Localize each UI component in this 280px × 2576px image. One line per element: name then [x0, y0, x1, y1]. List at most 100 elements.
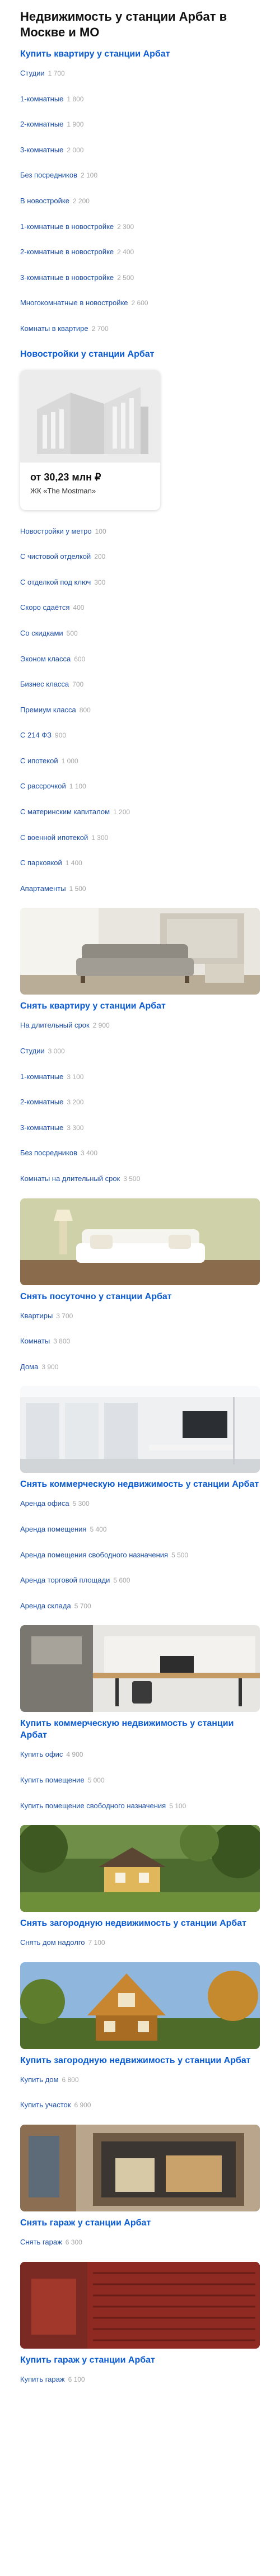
list-item-link[interactable]: Аренда помещения свободного назначения	[20, 1551, 168, 1559]
list-item-count: 3 400	[81, 1149, 98, 1158]
section-title-rent-country[interactable]: Снять загородную недвижимость у станции …	[20, 1917, 260, 1929]
list-item-link[interactable]: Со скидками	[20, 629, 63, 637]
list-item-link[interactable]: Скоро сдаётся	[20, 603, 69, 612]
list-item-count: 6 300	[65, 2238, 82, 2246]
link-list-buy-flat: Студии 1 700 1-комнатные 1 800 2-комнатные 1 …	[20, 68, 260, 334]
list-item-link[interactable]: Студии	[20, 69, 45, 77]
list-item-link[interactable]: Комнаты на длительный срок	[20, 1174, 120, 1183]
list-item-link[interactable]: Аренда офиса	[20, 1499, 69, 1508]
list-item-link[interactable]: С рассрочкой	[20, 782, 66, 790]
section-title-buy-commercial[interactable]: Купить коммерческую недвижимость у станц…	[20, 1718, 260, 1741]
list-item-link[interactable]: Бизнес класса	[20, 680, 69, 688]
list-item-link[interactable]: С чистовой отделкой	[20, 552, 91, 561]
list-item-count: 6 800	[62, 2075, 79, 2084]
list-item: Купить гараж 6 100	[20, 2374, 260, 2384]
list-item: С материнским капиталом 1 200	[20, 807, 260, 817]
list-item-link[interactable]: Купить помещение свободного назначения	[20, 1802, 166, 1810]
list-item: Аренда склада 5 700	[20, 1601, 260, 1611]
list-item-link[interactable]: 1-комнатные	[20, 95, 63, 103]
list-item-link[interactable]: 2-комнатные	[20, 120, 63, 128]
list-item-count: 2 400	[117, 248, 134, 256]
section-title-rent-flat[interactable]: Снять квартиру у станции Арбат	[20, 1000, 260, 1012]
list-item-link[interactable]: Аренда помещения	[20, 1525, 86, 1533]
link-list-rent-garage: Снять гараж 6 300	[20, 2237, 260, 2247]
rent-commercial-photo	[20, 1386, 260, 1473]
list-item-link[interactable]: С материнским капиталом	[20, 808, 110, 816]
list-item: С рассрочкой 1 100	[20, 781, 260, 791]
list-item-count: 3 300	[67, 1123, 84, 1132]
list-item-link[interactable]: Без посредников	[20, 1149, 77, 1157]
list-item: Аренда помещения 5 400	[20, 1524, 260, 1534]
list-item-count: 5 300	[72, 1500, 90, 1508]
list-item-link[interactable]: Эконом класса	[20, 655, 71, 663]
section-title-novostroyki[interactable]: Новостройки у станции Арбат	[20, 348, 260, 360]
buy-commercial-photo	[20, 1625, 260, 1712]
list-item-link[interactable]: Комнаты в квартире	[20, 324, 88, 333]
list-item-link[interactable]: Многокомнатные в новостройке	[20, 298, 128, 307]
list-item-link[interactable]: Дома	[20, 1362, 38, 1371]
list-item: С военной ипотекой 1 300	[20, 833, 260, 843]
link-list-novostroyki: Новостройки у метро 100 С чистовой отделко…	[20, 526, 260, 894]
section-title-rent-daily[interactable]: Снять посуточно у станции Арбат	[20, 1291, 260, 1303]
list-item-link[interactable]: На длительный срок	[20, 1021, 90, 1029]
list-item: Купить офис 4 900	[20, 1749, 260, 1760]
list-item-link[interactable]: Купить гараж	[20, 2375, 65, 2383]
list-item-link[interactable]: Снять гараж	[20, 2238, 62, 2246]
list-item-link[interactable]: 3-комнатные	[20, 1123, 63, 1132]
buy-country-photo	[20, 1962, 260, 2049]
list-item-link[interactable]: Аренда торговой площади	[20, 1576, 110, 1584]
list-item-count: 6 900	[74, 2101, 91, 2110]
list-item-link[interactable]: Новостройки у метро	[20, 527, 92, 535]
list-item-link[interactable]: 2-комнатные в новостройке	[20, 248, 114, 256]
list-item-link[interactable]: Купить помещение	[20, 1776, 85, 1784]
list-item-link[interactable]: 1-комнатные	[20, 1072, 63, 1081]
list-item-link[interactable]: Комнаты	[20, 1337, 50, 1345]
list-item-link[interactable]: Аренда склада	[20, 1602, 71, 1610]
list-item-link[interactable]: 1-комнатные в новостройке	[20, 222, 114, 231]
list-item: Купить помещение свободного назначения 5 …	[20, 1801, 260, 1811]
list-item-link[interactable]: 3-комнатные	[20, 146, 63, 154]
list-item: 1-комнатные 3 100	[20, 1072, 260, 1082]
list-item-link[interactable]: С ипотекой	[20, 757, 58, 765]
list-item-link[interactable]: Купить офис	[20, 1750, 63, 1758]
list-item-link[interactable]: Снять дом надолго	[20, 1938, 85, 1947]
list-item-link[interactable]: С отделкой под ключ	[20, 578, 91, 586]
link-list-buy-garage: Купить гараж 6 100	[20, 2374, 260, 2384]
list-item-count: 6 100	[68, 2375, 85, 2383]
section-title-rent-garage[interactable]: Снять гараж у станции Арбат	[20, 2217, 260, 2229]
link-list-rent-daily: Квартиры 3 700 Комнаты 3 800 Дома 3 900	[20, 1311, 260, 1372]
list-item: Дома 3 900	[20, 1362, 260, 1372]
section-title-rent-commercial[interactable]: Снять коммерческую недвижимость у станци…	[20, 1478, 260, 1490]
list-item-link[interactable]: С 214 ФЗ	[20, 731, 52, 739]
list-item-link[interactable]: Купить участок	[20, 2101, 71, 2109]
list-item: С ипотекой 1 000	[20, 756, 260, 766]
section-title-buy-garage[interactable]: Купить гараж у станции Арбат	[20, 2354, 260, 2366]
list-item: Купить помещение 5 000	[20, 1775, 260, 1785]
list-item-link[interactable]: С парковкой	[20, 858, 62, 867]
list-item-count: 3 200	[67, 1098, 84, 1107]
list-item: С парковкой 1 400	[20, 858, 260, 868]
list-item-link[interactable]: Без посредников	[20, 171, 77, 179]
list-item-count: 1 500	[69, 884, 86, 893]
list-item-link[interactable]: 2-комнатные	[20, 1098, 63, 1106]
list-item-link[interactable]: Студии	[20, 1047, 45, 1055]
novostroyka-card-image	[20, 370, 160, 463]
section-title-buy-country[interactable]: Купить загородную недвижимость у станции…	[20, 2055, 260, 2066]
list-item-link[interactable]: Премиум класса	[20, 706, 76, 714]
list-item-link[interactable]: В новостройке	[20, 197, 69, 205]
list-item-count: 700	[72, 680, 84, 689]
list-item-count: 3 900	[41, 1362, 59, 1371]
list-item-count: 100	[95, 527, 106, 535]
list-item-link[interactable]: С военной ипотекой	[20, 833, 88, 842]
list-item-link[interactable]: Квартиры	[20, 1312, 53, 1320]
list-item-link[interactable]: Апартаменты	[20, 884, 66, 893]
section-title-buy-flat[interactable]: Купить квартиру у станции Арбат	[20, 48, 260, 60]
novostroyka-card[interactable]: от 30,23 млн ₽ ЖК «The Mostman»	[20, 370, 160, 510]
rent-flat-photo	[20, 908, 260, 995]
list-item-link[interactable]: 3-комнатные в новостройке	[20, 273, 114, 282]
list-item-link[interactable]: Купить дом	[20, 2075, 58, 2084]
list-item-count: 3 800	[53, 1337, 71, 1346]
list-item-count: 2 100	[81, 171, 98, 180]
list-item: Студии 1 700	[20, 68, 260, 78]
list-item-count: 7 100	[88, 1939, 105, 1947]
